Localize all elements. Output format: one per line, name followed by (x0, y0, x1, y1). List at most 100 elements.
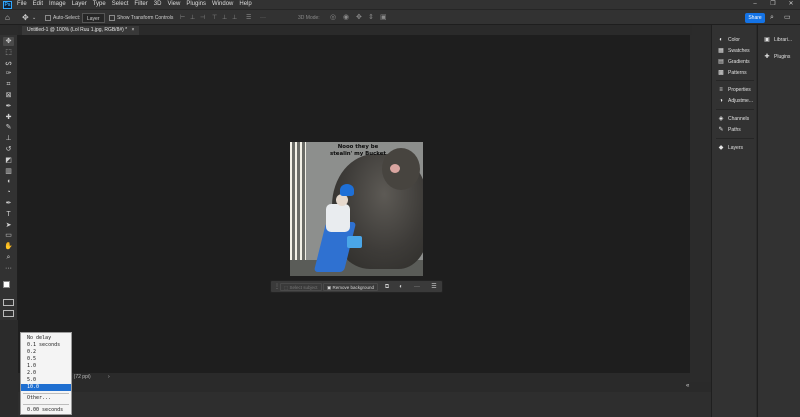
more-icon[interactable]: ··· (413, 283, 421, 291)
align-center-icon[interactable]: ⊥ (190, 13, 195, 23)
history-brush-tool-icon[interactable]: ↺ (3, 145, 14, 154)
transform-icon[interactable]: ⧉ (383, 283, 391, 291)
align-bottom-icon[interactable]: ⊥ (232, 13, 237, 23)
restore-icon[interactable]: ❐ (766, 0, 780, 9)
menu-type[interactable]: Type (90, 0, 109, 9)
more-tools-icon[interactable]: ··· (3, 264, 14, 273)
delay-option-5-0[interactable]: 5.0 (21, 377, 71, 384)
menu-filter[interactable]: Filter (131, 0, 150, 9)
delay-option-2-0[interactable]: 2.0 (21, 370, 71, 377)
options-bar: ⌂ ✥ ⌄ Auto-Select: Layer Show Transform … (0, 9, 800, 25)
menu-file[interactable]: File (14, 0, 30, 9)
tab-close-icon[interactable]: × (132, 27, 135, 33)
menu-plugins[interactable]: Plugins (183, 0, 209, 9)
zoom-tool-icon[interactable]: ⌕ (3, 253, 14, 262)
panel-properties-tab[interactable]: ≡ Properties (718, 85, 751, 95)
scale-3d-icon[interactable]: ▣ (380, 13, 387, 23)
adjustment-icon[interactable]: ◐ (397, 283, 405, 291)
foreground-color-swatch[interactable] (3, 281, 10, 288)
crop-tool-icon[interactable]: ⌗ (3, 80, 14, 89)
panel-layers-tab[interactable]: ◆ Layers (718, 143, 743, 153)
roll-3d-icon[interactable]: ◉ (343, 13, 349, 23)
artboard-tool-icon[interactable]: ⬚ (3, 48, 14, 57)
swatches-icon: ▦ (718, 48, 724, 54)
brush-tool-icon[interactable]: ✎ (3, 123, 14, 132)
delay-option-0-5[interactable]: 0.5 (21, 356, 71, 363)
quick-selection-tool-icon[interactable]: ✑ (3, 69, 14, 78)
panel-paths-tab[interactable]: ✎ Paths (718, 125, 740, 135)
align-left-icon[interactable]: ⊢ (180, 13, 185, 23)
delay-option-no-delay[interactable]: No delay (21, 335, 71, 342)
panel-channels-tab[interactable]: ◈ Channels (718, 114, 749, 124)
auto-select-checkbox[interactable] (45, 15, 51, 21)
pan-3d-icon[interactable]: ✥ (356, 13, 362, 23)
hand-tool-icon[interactable]: ✋ (3, 242, 14, 251)
panel-adjustments-tab[interactable]: ◑ Adjustme... (718, 96, 753, 106)
settings-icon[interactable]: ☰ (430, 283, 438, 291)
panel-label: Librari... (774, 37, 793, 43)
lasso-tool-icon[interactable]: ᔕ (3, 59, 14, 68)
panel-plugins-tab[interactable]: ✚ Plugins (764, 52, 790, 62)
orbit-3d-icon[interactable]: ◎ (330, 13, 336, 23)
collapse-icon[interactable]: « (686, 383, 689, 389)
more-options-icon[interactable]: ··· (260, 13, 266, 23)
delay-option-other[interactable]: Other... (21, 395, 71, 402)
image-caption: Nooo they be stealin' my Bucket (330, 144, 386, 157)
home-icon[interactable]: ⌂ (5, 13, 10, 23)
eraser-tool-icon[interactable]: ◩ (3, 156, 14, 165)
show-transform-checkbox[interactable] (109, 15, 115, 21)
remove-background-label: Remove background (332, 285, 375, 290)
panel-patterns-tab[interactable]: ▩ Patterns (718, 68, 746, 78)
workspace-icon[interactable]: ▭ (784, 13, 791, 23)
gradient-tool-icon[interactable]: ▥ (3, 167, 14, 176)
screen-mode-icon[interactable] (3, 310, 14, 317)
align-top-icon[interactable]: ⊤ (212, 13, 217, 23)
document-image[interactable]: Nooo they be stealin' my Bucket (290, 142, 423, 276)
align-right-icon[interactable]: ⊣ (200, 13, 205, 23)
document-tab[interactable]: Untitled-1 @ 100% (Lol Ruu 1.jpg, RGB/8#… (22, 26, 140, 35)
align-middle-icon[interactable]: ⊥ (222, 13, 227, 23)
dodge-tool-icon[interactable]: ◔ (3, 188, 14, 197)
frame-tool-icon[interactable]: ⊠ (3, 91, 14, 100)
quick-mask-icon[interactable] (3, 299, 14, 306)
panel-color-tab[interactable]: ◐ Color (718, 35, 740, 45)
menu-help[interactable]: Help (236, 0, 254, 9)
delay-option-1-0[interactable]: 1.0 (21, 363, 71, 370)
chevron-down-icon[interactable]: ⌄ (32, 13, 36, 23)
pen-tool-icon[interactable]: ✒ (3, 199, 14, 208)
blur-tool-icon[interactable]: ◖ (3, 177, 14, 186)
panel-gradients-tab[interactable]: ▤ Gradients (718, 57, 750, 67)
delay-option-10-0[interactable]: 10.0 (21, 384, 71, 391)
auto-select-dropdown[interactable]: Layer (82, 13, 105, 23)
distribute-icon[interactable]: ☰ (246, 13, 251, 23)
search-icon[interactable]: ⌕ (770, 13, 774, 23)
remove-background-button[interactable]: ▣ Remove background (323, 283, 379, 291)
type-tool-icon[interactable]: T (3, 210, 14, 219)
panel-swatches-tab[interactable]: ▦ Swatches (718, 46, 750, 56)
panel-divider (716, 80, 754, 81)
delay-option-0-1[interactable]: 0.1 seconds (21, 342, 71, 349)
menu-3d[interactable]: 3D (151, 0, 165, 9)
share-button[interactable]: Share (745, 13, 765, 23)
status-arrow-icon[interactable]: › (108, 373, 110, 382)
menu-layer[interactable]: Layer (69, 0, 90, 9)
delay-option-0-2[interactable]: 0.2 (21, 349, 71, 356)
move-tool-icon[interactable]: ✥ (3, 37, 14, 46)
move-tool-options-icon[interactable]: ✥ (22, 13, 29, 23)
clone-stamp-tool-icon[interactable]: ⊥ (3, 134, 14, 143)
close-icon[interactable]: ✕ (784, 0, 798, 9)
menu-edit[interactable]: Edit (30, 0, 46, 9)
menu-view[interactable]: View (164, 0, 183, 9)
eyedropper-tool-icon[interactable]: ✒ (3, 102, 14, 111)
photoshop-logo: Ps (3, 0, 12, 9)
menu-select[interactable]: Select (109, 0, 132, 9)
slide-3d-icon[interactable]: ⇕ (368, 13, 374, 23)
panel-libraries-tab[interactable]: ▣ Librari... (764, 35, 792, 45)
menu-window[interactable]: Window (209, 0, 236, 9)
rectangle-tool-icon[interactable]: ▭ (3, 231, 14, 240)
healing-brush-tool-icon[interactable]: ✚ (3, 113, 14, 122)
menu-image[interactable]: Image (46, 0, 69, 9)
select-subject-button[interactable]: ⬚ Select subject (280, 283, 322, 291)
path-selection-tool-icon[interactable]: ➤ (3, 221, 14, 230)
minimize-icon[interactable]: – (748, 0, 762, 9)
